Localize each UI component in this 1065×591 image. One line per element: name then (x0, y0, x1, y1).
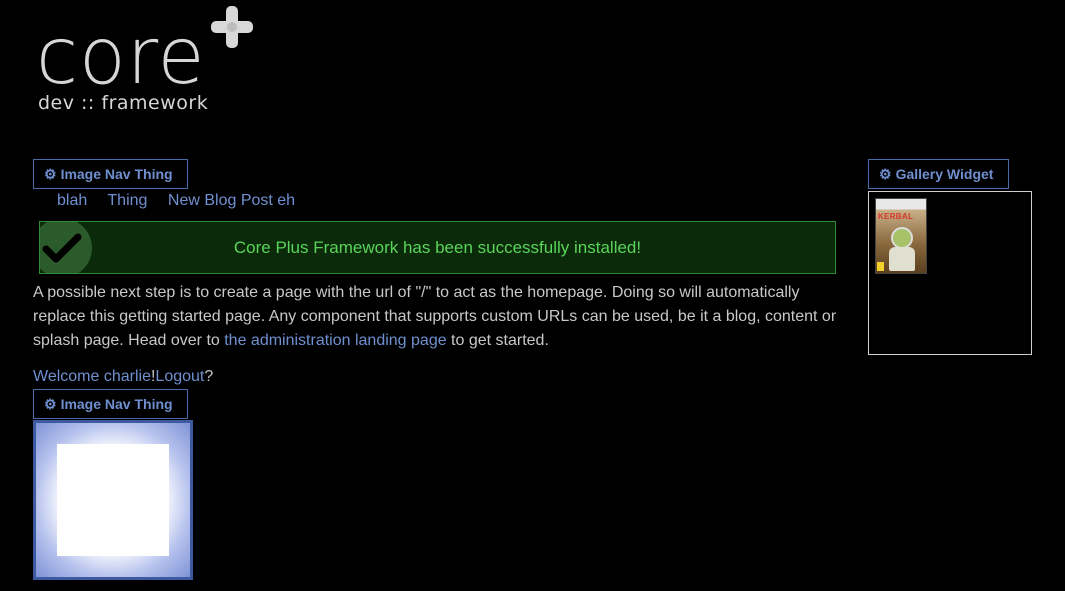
intro-paragraph: A possible next step is to create a page… (33, 281, 843, 353)
widget-title: Image Nav Thing (60, 396, 173, 412)
site-logo[interactable]: core dev :: framework (36, 4, 266, 122)
nav-link-thing[interactable]: Thing (107, 192, 147, 209)
nav-links: blah Thing New Blog Post eh (57, 192, 311, 210)
logo-wordmark: core (36, 12, 206, 102)
image-nav-image[interactable] (33, 420, 193, 580)
success-message-box: Core Plus Framework has been successfull… (39, 221, 836, 274)
nav-link-blah[interactable]: blah (57, 192, 87, 209)
gallery-widget-body: KERBAL (868, 191, 1032, 355)
nav-link-new-blog-post[interactable]: New Blog Post eh (168, 192, 295, 209)
gallery-thumbnail[interactable]: KERBAL (875, 198, 927, 274)
thumbnail-title: KERBAL (878, 212, 914, 221)
image-nav-widget-tab-bottom[interactable]: ⚙ Image Nav Thing (33, 389, 188, 419)
intro-text-end: to get started. (446, 332, 549, 349)
gear-icon: ⚙ (879, 165, 892, 182)
widget-title: Image Nav Thing (60, 166, 173, 182)
image-nav-widget-tab[interactable]: ⚙ Image Nav Thing (33, 159, 188, 189)
kerbal-body-shape (889, 247, 915, 271)
plus-icon (211, 6, 253, 48)
welcome-end: ? (204, 368, 214, 385)
page: core dev :: framework ⚙ Image Nav Thing … (0, 0, 1065, 591)
gear-icon: ⚙ (44, 165, 57, 182)
logo-tagline: dev :: framework (38, 92, 209, 114)
rating-badge (877, 262, 884, 271)
gallery-widget-tab[interactable]: ⚙ Gallery Widget (868, 159, 1009, 189)
image-placeholder (57, 444, 169, 556)
welcome-line: Welcome charlie!Logout? (33, 365, 213, 389)
widget-title: Gallery Widget (895, 166, 994, 182)
logout-link[interactable]: Logout (155, 368, 204, 385)
admin-landing-link[interactable]: the administration landing page (224, 332, 446, 349)
gear-icon: ⚙ (44, 395, 57, 412)
kerbal-head-shape (891, 227, 913, 249)
welcome-user-link[interactable]: Welcome charlie (33, 368, 151, 385)
success-message-text: Core Plus Framework has been successfull… (233, 237, 642, 257)
